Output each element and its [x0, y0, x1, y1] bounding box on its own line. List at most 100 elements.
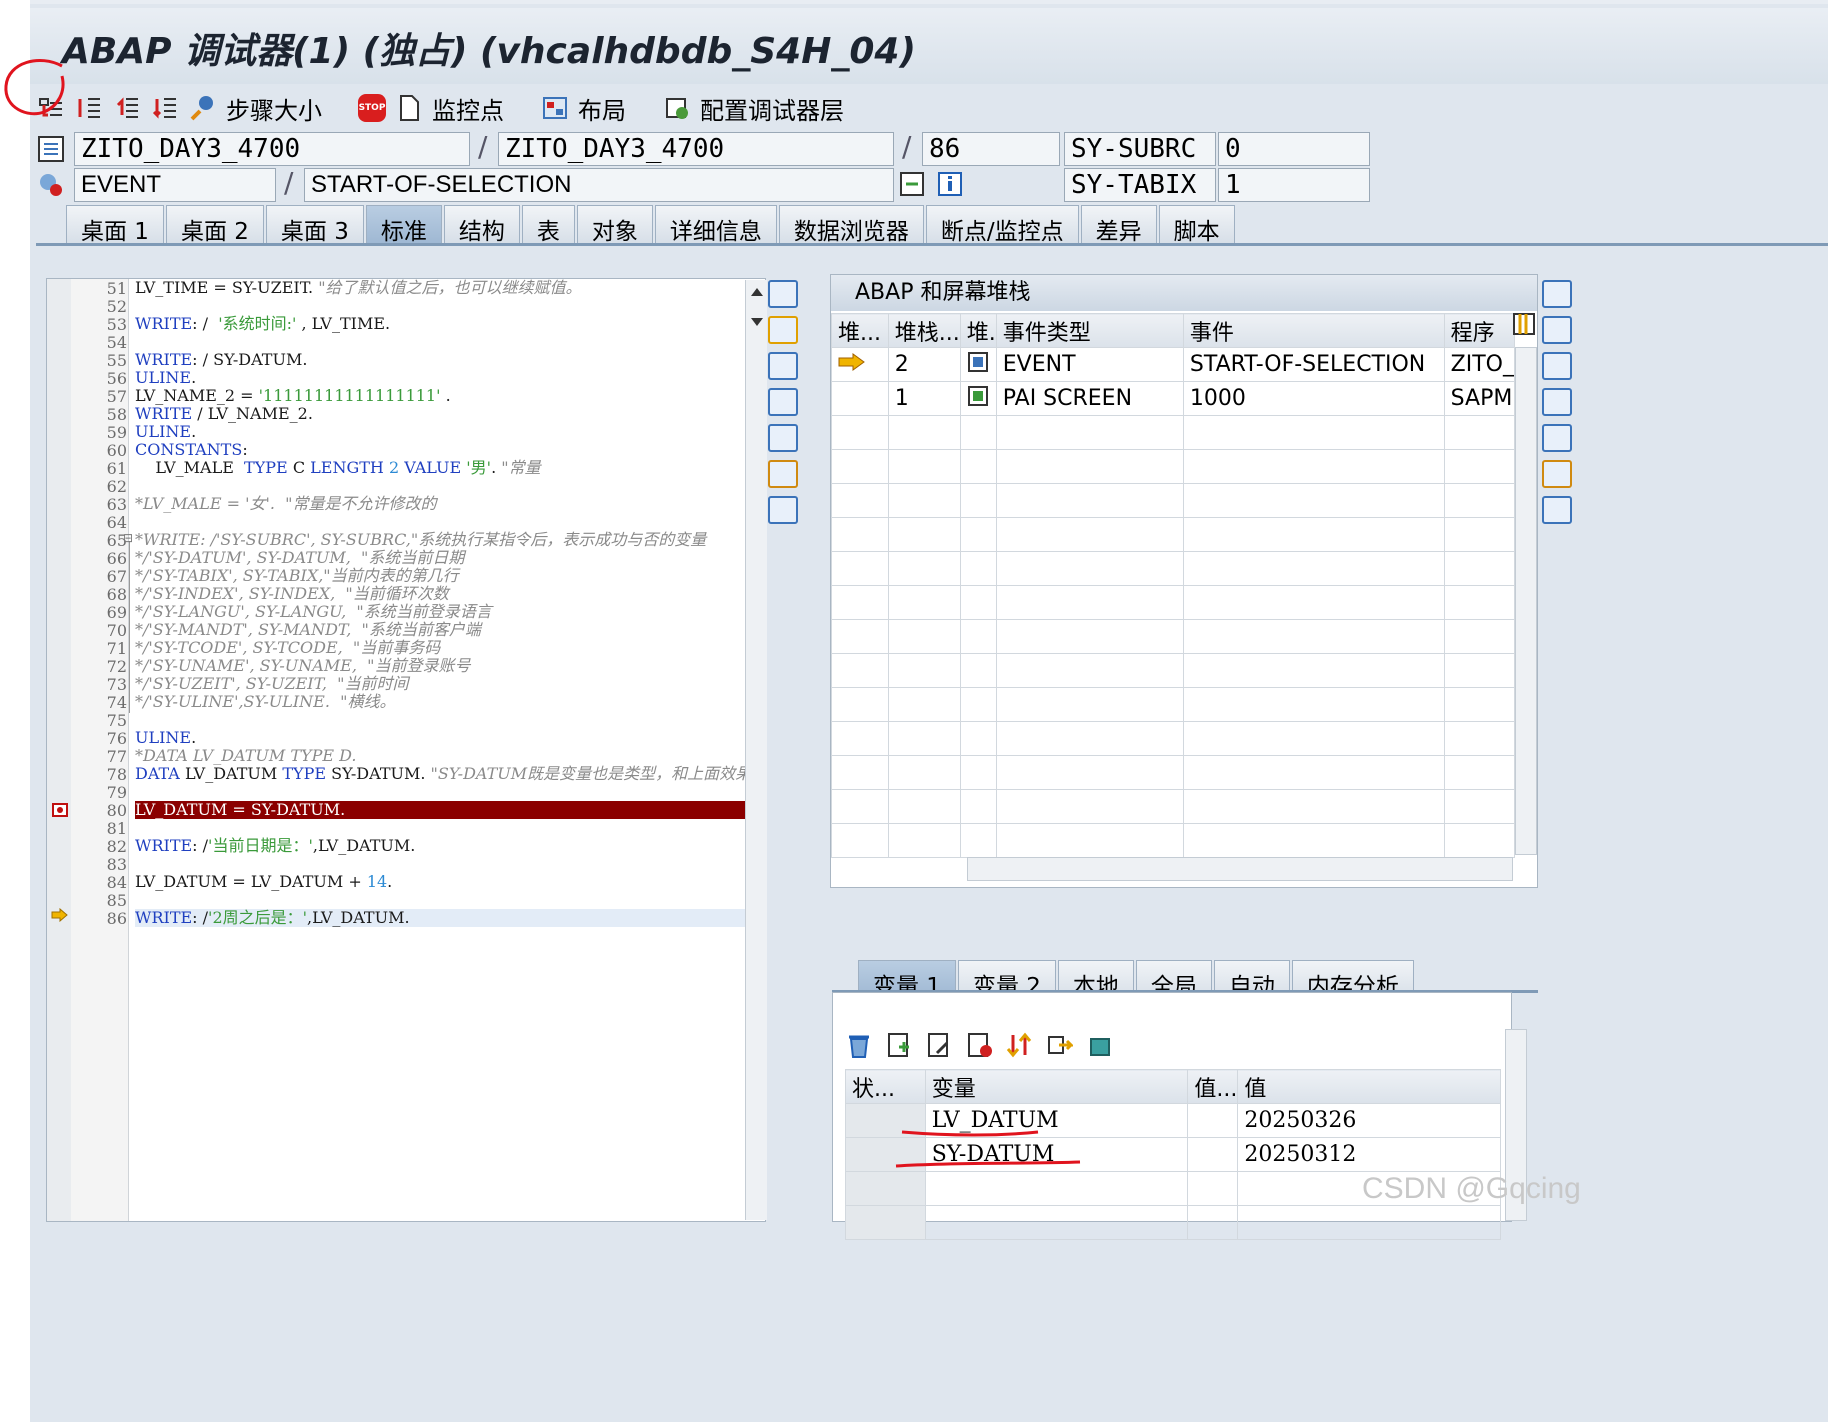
stack-row[interactable] — [831, 823, 1516, 858]
var-col-header[interactable]: 状... — [845, 1069, 926, 1104]
stack-row[interactable] — [831, 619, 1516, 654]
sort-icon[interactable] — [1005, 1031, 1033, 1059]
tab-9[interactable]: 数据浏览器 — [778, 205, 924, 245]
code-line[interactable] — [135, 891, 765, 909]
stack-row[interactable]: 1 PAI SCREEN 1000 SAPM — [831, 381, 1516, 416]
transfer-icon[interactable] — [1045, 1031, 1073, 1059]
step-size-icon[interactable] — [188, 93, 218, 123]
maximize-icon[interactable] — [1542, 352, 1572, 380]
stack-row[interactable]: 2 EVENT START-OF-SELECTION ZITO_ — [831, 347, 1516, 382]
code-line[interactable]: WRITE: /'2周之后是：',LV_DATUM. — [135, 909, 765, 927]
source-editor[interactable]: 51 LV_TIME = SY-UZEIT. "给了默认值之后，也可以继续赋值。 5… — [46, 278, 766, 1222]
tab-1[interactable]: 桌面 1 — [66, 205, 164, 245]
stack-row[interactable] — [831, 551, 1516, 586]
code-line[interactable]: */'SY-MANDT', SY-MANDT, "系统当前客户端 — [135, 621, 765, 639]
config-layers-button[interactable]: 配置调试器层 — [700, 91, 844, 126]
var-col-header[interactable]: 值... — [1187, 1069, 1239, 1104]
code-line[interactable] — [135, 477, 765, 495]
line-field[interactable]: 86 — [922, 132, 1060, 166]
edit-row-icon[interactable] — [925, 1031, 953, 1059]
scroll-up-icon[interactable] — [750, 288, 763, 296]
close-panel-icon[interactable] — [768, 280, 798, 308]
new-tool-icon[interactable] — [768, 316, 798, 344]
maximize-icon[interactable] — [768, 388, 798, 416]
watchpoint-button[interactable]: 监控点 — [432, 91, 504, 126]
code-line[interactable]: WRITE: / '系统时间:' , LV_TIME. — [135, 315, 765, 333]
tab-3[interactable]: 桌面 3 — [265, 205, 364, 245]
settings-tool-icon[interactable] — [768, 496, 798, 524]
code-line[interactable]: */'SY-TABIX', SY-TABIX,"当前内表的第几行 — [135, 567, 765, 585]
var-col-header[interactable]: 值 — [1237, 1069, 1501, 1104]
code-line[interactable]: LV_NAME_2 = '11111111111111111' . — [135, 387, 765, 405]
code-line[interactable]: LV_DATUM = LV_DATUM + 14. — [135, 873, 765, 891]
layout-button[interactable]: 布局 — [578, 91, 626, 126]
stack-row[interactable] — [831, 721, 1516, 756]
program-field[interactable]: ZITO_DAY3_4700 — [74, 132, 470, 166]
code-line[interactable]: ULINE. — [135, 423, 765, 441]
stack-col-header[interactable]: 事件类型 — [995, 313, 1184, 348]
info-icon[interactable] — [936, 170, 964, 198]
tab-7[interactable]: 对象 — [576, 205, 653, 245]
code-line[interactable] — [135, 333, 765, 351]
continue-icon[interactable] — [150, 93, 180, 123]
code-line[interactable]: *DATA LV_DATUM TYPE D. — [135, 747, 765, 765]
stack-col-header[interactable]: 堆栈... — [887, 313, 961, 348]
return-icon[interactable] — [112, 93, 142, 123]
step-size-button[interactable]: 步骤大小 — [226, 91, 322, 126]
stack-vscrollbar[interactable] — [1515, 347, 1537, 855]
resize-height-icon[interactable] — [1542, 388, 1572, 416]
tab-6[interactable]: 表 — [521, 205, 575, 245]
column-settings-icon[interactable] — [1512, 312, 1536, 336]
stack-row[interactable] — [831, 449, 1516, 484]
delete-icon[interactable] — [845, 1031, 873, 1059]
variable-row[interactable] — [845, 1205, 1501, 1240]
code-line[interactable]: ULINE. — [135, 729, 765, 747]
stack-row[interactable] — [831, 687, 1516, 722]
tab-4[interactable]: 标准 — [365, 205, 442, 245]
code-line[interactable]: *LV_MALE = '女'. "常量是不允许修改的 — [135, 495, 765, 513]
stack-col-header[interactable]: 事件 — [1182, 313, 1445, 348]
code-line[interactable]: */'SY-UNAME', SY-UNAME, "当前登录账号 — [135, 657, 765, 675]
stack-row[interactable] — [831, 585, 1516, 620]
stack-hscrollbar[interactable] — [967, 857, 1513, 881]
code-line[interactable]: */'SY-DATUM', SY-DATUM, "系统当前日期 — [135, 549, 765, 567]
code-line[interactable]: */'SY-LANGU', SY-LANGU, "系统当前登录语言 — [135, 603, 765, 621]
code-line[interactable]: WRITE: /'当前日期是：',LV_DATUM. — [135, 837, 765, 855]
variable-value[interactable]: 20250326 — [1237, 1103, 1501, 1138]
services-icon[interactable] — [1542, 460, 1572, 488]
tabix-value[interactable]: 1 — [1218, 168, 1370, 202]
code-line[interactable]: WRITE: / SY-DATUM. — [135, 351, 765, 369]
code-line[interactable]: LV_MALE TYPE C LENGTH 2 VALUE '男'. "常量 — [135, 459, 765, 477]
code-line[interactable]: CONSTANTS: — [135, 441, 765, 459]
editor-scrollbar[interactable] — [745, 280, 767, 1220]
tab-5[interactable]: 结构 — [443, 205, 520, 245]
scroll-down-icon[interactable] — [750, 318, 763, 326]
code-line[interactable]: */'SY-ULINE',SY-ULINE. "横线。 — [135, 693, 765, 711]
stack-row[interactable] — [831, 789, 1516, 824]
include-field[interactable]: ZITO_DAY3_4700 — [498, 132, 894, 166]
tab-10[interactable]: 断点/监控点 — [925, 205, 1079, 245]
subrc-value[interactable]: 0 — [1218, 132, 1370, 166]
event-type-field[interactable]: EVENT — [74, 168, 276, 202]
resize-width-icon[interactable] — [768, 424, 798, 452]
layout-icon[interactable] — [1085, 1031, 1113, 1059]
code-line[interactable]: */'SY-UZEIT', SY-UZEIT, "当前时间 — [135, 675, 765, 693]
swap-tool-icon[interactable] — [1542, 316, 1572, 344]
stop-icon[interactable]: STOP — [358, 94, 386, 122]
stack-row[interactable] — [831, 517, 1516, 552]
stack-row[interactable] — [831, 483, 1516, 518]
var-col-header[interactable]: 变量 — [924, 1069, 1189, 1104]
close-panel-icon[interactable] — [1542, 280, 1572, 308]
remove-row-icon[interactable] — [965, 1031, 993, 1059]
stack-col-header[interactable]: 堆... — [831, 313, 889, 348]
variable-value[interactable]: 20250312 — [1237, 1137, 1501, 1172]
stack-row[interactable] — [831, 755, 1516, 790]
code-line[interactable] — [135, 783, 765, 801]
tab-11[interactable]: 差异 — [1080, 205, 1157, 245]
tab-8[interactable]: 详细信息 — [654, 205, 777, 245]
stack-row[interactable] — [831, 415, 1516, 450]
code-line[interactable]: LV_TIME = SY-UZEIT. "给了默认值之后，也可以继续赋值。 — [135, 279, 765, 297]
services-icon[interactable] — [768, 460, 798, 488]
code-line[interactable] — [135, 711, 765, 729]
resize-width-icon[interactable] — [1542, 424, 1572, 452]
